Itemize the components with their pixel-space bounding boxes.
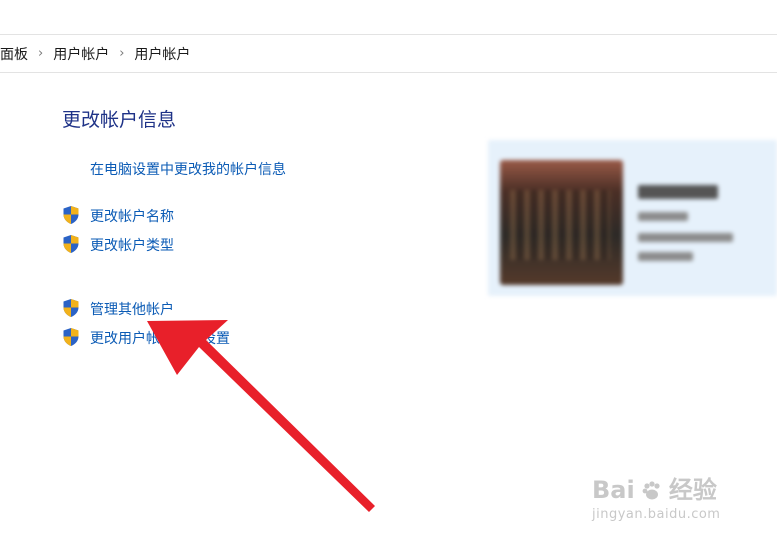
page-title: 更改帐户信息 xyxy=(62,109,177,131)
uac-shield-icon xyxy=(63,235,79,253)
baidu-jingyan-watermark: Bai 经验 jingyan.baidu.com xyxy=(592,470,720,522)
watermark-brand-right: 经验 xyxy=(668,476,717,504)
red-arrow-shape xyxy=(147,320,375,512)
breadcrumb-user-accounts[interactable]: 用户帐户 xyxy=(49,44,113,64)
chevron-right-icon: › xyxy=(119,46,125,61)
address-bar-area xyxy=(0,0,777,35)
change-uac-settings-link[interactable]: 更改用户帐户控制设置 xyxy=(90,328,230,348)
account-status-blur xyxy=(638,252,693,261)
uac-shield-icon xyxy=(63,299,79,317)
watermark-url: jingyan.baidu.com xyxy=(592,507,721,522)
account-type-blur xyxy=(638,212,688,221)
breadcrumb-user-accounts-current[interactable]: 用户帐户 xyxy=(130,44,194,64)
user-accounts-window: 面板 › 用户帐户 › 用户帐户 更改帐户信息 在电脑设置中更改我的帐户信息 更… xyxy=(0,0,777,556)
uac-shield-icon xyxy=(63,328,79,346)
account-avatar xyxy=(500,160,623,285)
account-email-blur xyxy=(638,233,733,242)
chevron-right-icon: › xyxy=(38,46,44,61)
manage-other-accounts-link[interactable]: 管理其他帐户 xyxy=(90,299,174,319)
paw-icon xyxy=(642,481,660,500)
account-preview-card xyxy=(488,140,777,296)
breadcrumb-control-panel[interactable]: 面板 xyxy=(0,44,32,64)
account-name-blur xyxy=(638,185,718,199)
change-account-type-link[interactable]: 更改帐户类型 xyxy=(90,235,174,255)
uac-shield-icon xyxy=(63,206,79,224)
change-account-name-link[interactable]: 更改帐户名称 xyxy=(90,206,174,226)
breadcrumb: 面板 › 用户帐户 › 用户帐户 xyxy=(0,35,777,73)
watermark-brand-left: Bai xyxy=(592,476,635,504)
change-in-pc-settings-link[interactable]: 在电脑设置中更改我的帐户信息 xyxy=(90,159,286,179)
